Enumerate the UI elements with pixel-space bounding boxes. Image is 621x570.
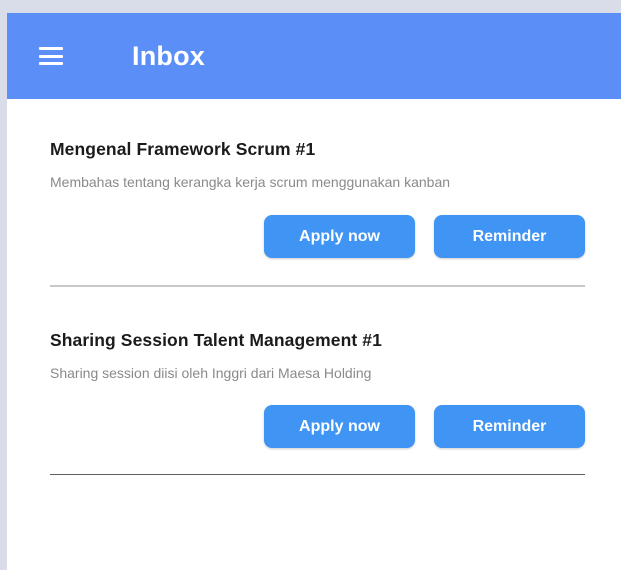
item-description: Membahas tentang kerangka kerja scrum me… — [50, 174, 451, 190]
inbox-list: Mengenal Framework Scrum #1 Membahas ten… — [7, 99, 621, 475]
app-screen: Inbox Mengenal Framework Scrum #1 Membah… — [7, 13, 621, 570]
list-item: Sharing Session Talent Management #1 Sha… — [50, 287, 585, 475]
apply-now-button[interactable]: Apply now — [264, 405, 415, 448]
hamburger-menu-icon[interactable] — [39, 47, 63, 65]
item-description: Sharing session diisi oleh Inggri dari M… — [50, 365, 372, 381]
list-item: Mengenal Framework Scrum #1 Membahas ten… — [50, 99, 585, 287]
apply-now-button[interactable]: Apply now — [264, 215, 415, 258]
app-bar: Inbox — [7, 13, 621, 99]
item-actions: Apply now Reminder — [264, 215, 585, 258]
reminder-button[interactable]: Reminder — [434, 405, 585, 448]
item-actions: Apply now Reminder — [264, 405, 585, 448]
reminder-button[interactable]: Reminder — [434, 215, 585, 258]
item-title: Sharing Session Talent Management #1 — [50, 330, 382, 350]
page-title: Inbox — [132, 40, 205, 71]
item-title: Mengenal Framework Scrum #1 — [50, 139, 316, 159]
